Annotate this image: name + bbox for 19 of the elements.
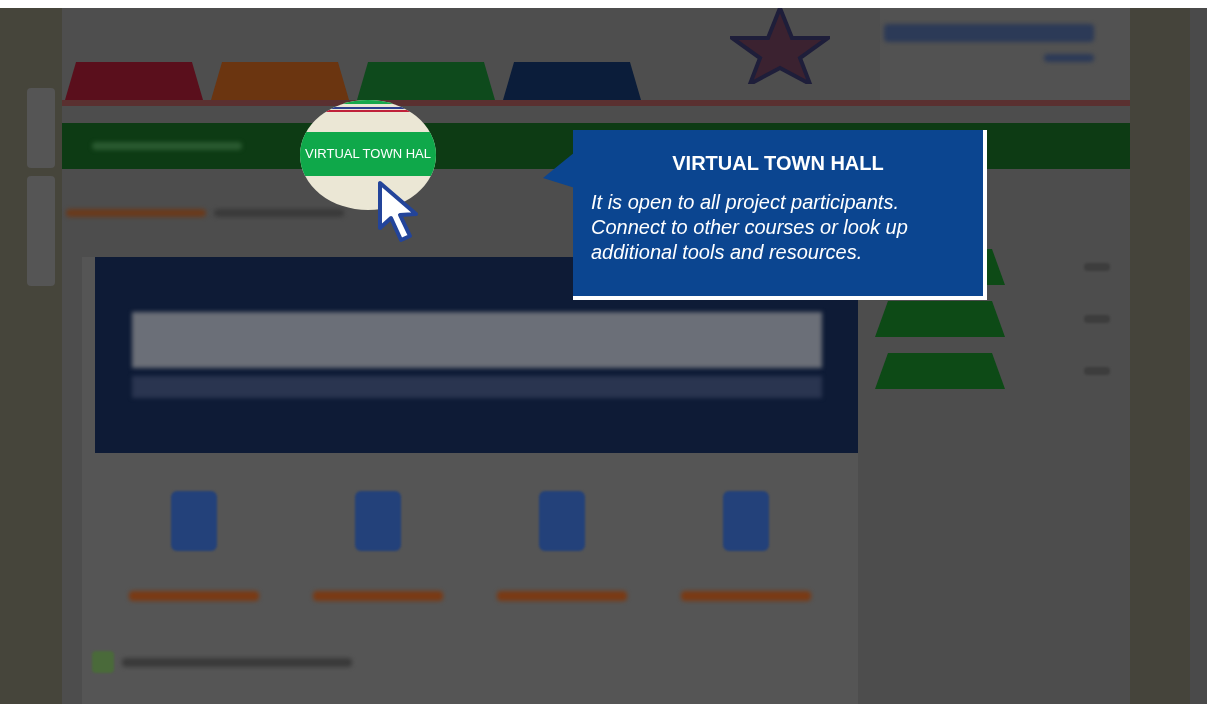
forum-icon bbox=[92, 651, 114, 673]
resource-link-blur[interactable] bbox=[681, 591, 811, 601]
resource-icon[interactable] bbox=[171, 491, 217, 551]
breadcrumb-blur[interactable] bbox=[66, 209, 206, 217]
resource-icon[interactable] bbox=[723, 491, 769, 551]
side-tab[interactable] bbox=[27, 176, 55, 286]
resource-link-blur[interactable] bbox=[313, 591, 443, 601]
resource-icon[interactable] bbox=[539, 491, 585, 551]
resource-icon[interactable] bbox=[355, 491, 401, 551]
header-tab[interactable] bbox=[65, 62, 203, 100]
resource-link-blur[interactable] bbox=[129, 591, 259, 601]
forum-link-blur[interactable] bbox=[122, 657, 352, 667]
nav-item-blur[interactable] bbox=[92, 142, 242, 150]
star-logo-icon bbox=[730, 8, 830, 84]
tooltip-title: VIRTUAL TOWN HALL bbox=[671, 151, 885, 176]
side-tab[interactable] bbox=[27, 88, 55, 168]
user-role-blur bbox=[1044, 54, 1094, 62]
tooltip-body: It is open to all project participants. Connect to other courses or look up additional tools and resources. bbox=[591, 190, 909, 265]
resource-link-blur[interactable] bbox=[497, 591, 627, 601]
